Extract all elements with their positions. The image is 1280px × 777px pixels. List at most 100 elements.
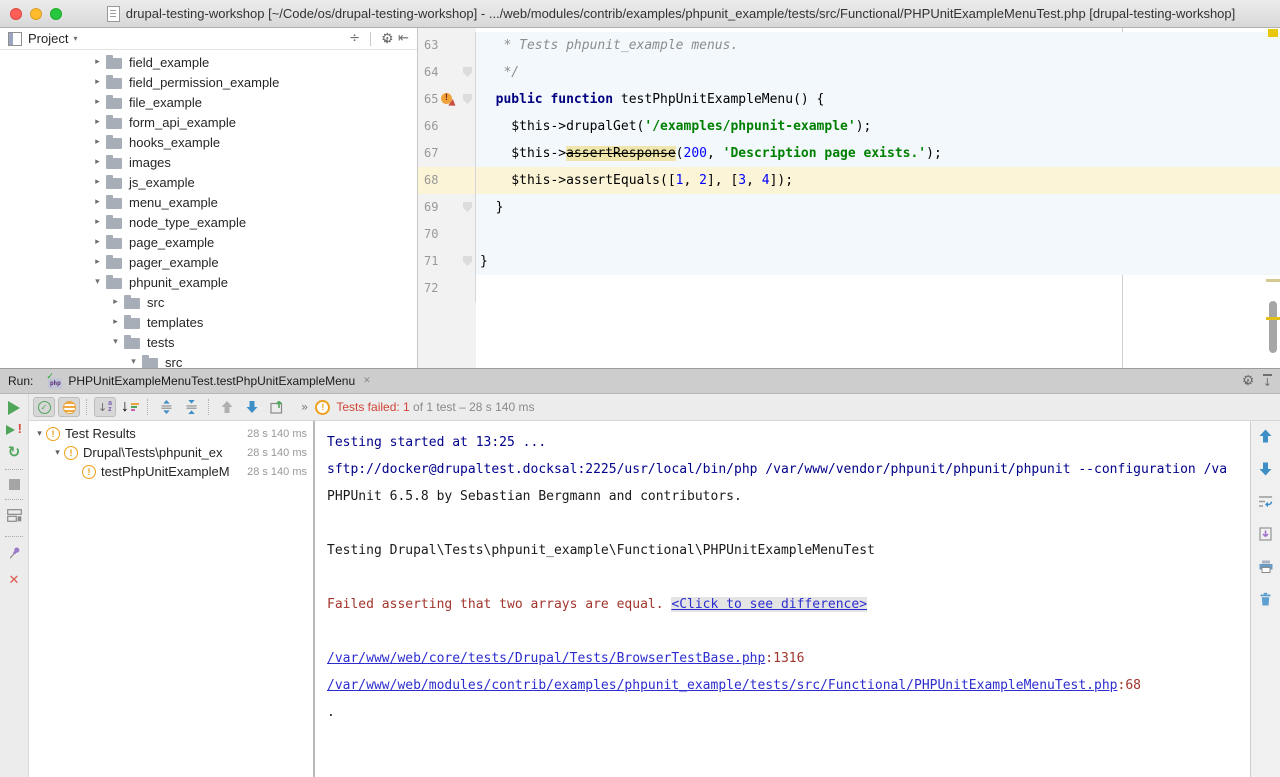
project-header-label[interactable]: Project: [28, 31, 68, 46]
fold-marker-icon[interactable]: [463, 202, 472, 212]
chevron-right-icon[interactable]: ▸: [108, 297, 123, 307]
code-text[interactable]: $this->drupalGet('/examples/phpunit-exam…: [476, 113, 1280, 140]
code-text[interactable]: [476, 275, 1280, 302]
chevron-right-icon[interactable]: ▸: [90, 177, 105, 187]
test-tree-item[interactable]: ▾!Drupal\Tests\phpunit_ex28 s 140 ms: [29, 443, 313, 462]
chevron-right-icon[interactable]: ▸: [90, 117, 105, 127]
code-text[interactable]: * Tests phpunit_example menus.: [476, 32, 1280, 59]
tree-item-src[interactable]: ▸src: [0, 292, 417, 312]
fold-marker-icon[interactable]: [463, 94, 472, 104]
collapse-all-button[interactable]: [180, 397, 202, 417]
settings-gear-button[interactable]: ⚙▾: [381, 31, 388, 47]
tree-item-tests[interactable]: ▾tests: [0, 332, 417, 352]
error-stripe-mark[interactable]: [1266, 279, 1280, 282]
code-text[interactable]: $this->assertResponse(200, 'Description …: [476, 140, 1280, 167]
up-the-stack-trace-button[interactable]: [1259, 429, 1272, 448]
tree-item-pager_example[interactable]: ▸pager_example: [0, 252, 417, 272]
test-tree-item[interactable]: !testPhpUnitExampleM28 s 140 ms: [29, 462, 313, 481]
rerun-button[interactable]: [8, 401, 20, 415]
chevron-down-icon[interactable]: ▾: [126, 357, 141, 367]
fold-marker-icon[interactable]: [463, 256, 472, 266]
code-editor[interactable]: 63 * Tests phpunit_example menus.64 */65…: [418, 28, 1280, 368]
hide-panel-icon[interactable]: ↓: [1263, 374, 1272, 388]
error-stripe-mark[interactable]: [1266, 317, 1280, 320]
chevron-right-icon[interactable]: ▸: [90, 237, 105, 247]
tree-item-field_permission_example[interactable]: ▸field_permission_example: [0, 72, 417, 92]
chevron-right-icon[interactable]: ▸: [90, 97, 105, 107]
scroll-to-end-button[interactable]: [1259, 527, 1272, 546]
show-ignored-button[interactable]: [58, 397, 80, 417]
tree-item-templates[interactable]: ▸templates: [0, 312, 417, 332]
toggle-auto-test-button[interactable]: ↻: [8, 445, 21, 460]
tree-item-node_type_example[interactable]: ▸node_type_example: [0, 212, 417, 232]
minimize-window-button[interactable]: [30, 8, 42, 20]
pin-tab-button[interactable]: [7, 546, 22, 566]
code-text[interactable]: }: [476, 248, 1280, 275]
console-output[interactable]: Testing started at 13:25 ...sftp://docke…: [315, 421, 1250, 777]
restore-layout-button[interactable]: [7, 509, 22, 527]
sort-alphabetically-button[interactable]: ↓ az: [94, 397, 116, 417]
tree-item-hooks_example[interactable]: ▸hooks_example: [0, 132, 417, 152]
code-text[interactable]: */: [476, 59, 1280, 86]
code-text[interactable]: $this->assertEquals([1, 2], [3, 4]);: [476, 167, 1280, 194]
chevron-right-icon[interactable]: ▸: [90, 157, 105, 167]
zoom-window-button[interactable]: [50, 8, 62, 20]
down-the-stack-trace-button[interactable]: [1259, 462, 1272, 481]
chevron-right-icon[interactable]: ▸: [90, 57, 105, 67]
tree-item-field_example[interactable]: ▸field_example: [0, 52, 417, 72]
stop-button[interactable]: [9, 479, 20, 490]
test-failed-gutter-icon[interactable]: !: [441, 93, 455, 107]
tree-item-images[interactable]: ▸images: [0, 152, 417, 172]
show-passed-button[interactable]: ✓: [33, 397, 55, 417]
fold-marker-icon[interactable]: [463, 67, 472, 77]
collapse-expand-icon[interactable]: ÷: [349, 32, 360, 46]
run-settings-gear-button[interactable]: ⚙▾: [1242, 373, 1249, 389]
overflow-chevron-icon[interactable]: »: [301, 400, 308, 414]
hide-panel-icon[interactable]: ⇤: [398, 32, 409, 46]
tree-item-file_example[interactable]: ▸file_example: [0, 92, 417, 112]
tree-item-js_example[interactable]: ▸ js_example: [0, 172, 417, 192]
chevron-down-icon[interactable]: ▾: [51, 448, 64, 458]
expand-all-button[interactable]: [155, 397, 177, 417]
console-link[interactable]: /var/www/web/core/tests/Drupal/Tests/Bro…: [327, 651, 765, 666]
sort-by-duration-button[interactable]: ↓: [119, 397, 141, 417]
chevron-down-icon[interactable]: ▾: [33, 429, 46, 439]
chevron-right-icon[interactable]: ▸: [108, 317, 123, 327]
chevron-right-icon[interactable]: ▸: [90, 197, 105, 207]
chevron-right-icon[interactable]: ▸: [90, 217, 105, 227]
tree-item-label: js_example: [129, 175, 195, 190]
error-stripe-mark[interactable]: [1268, 29, 1278, 37]
chevron-down-icon[interactable]: ▾: [73, 34, 77, 43]
rerun-failed-tests-button[interactable]: !: [6, 423, 22, 437]
soft-wrap-button[interactable]: [1258, 495, 1273, 513]
close-window-button[interactable]: [10, 8, 22, 20]
chevron-right-icon[interactable]: ▸: [90, 137, 105, 147]
close-panel-button[interactable]: ✕: [9, 574, 20, 587]
export-test-results-button[interactable]: [266, 397, 288, 417]
next-failed-test-button[interactable]: [241, 397, 263, 417]
clear-all-button[interactable]: [1259, 592, 1272, 611]
editor-scrollbar[interactable]: [1266, 28, 1280, 368]
test-tree-item[interactable]: ▾!Test Results28 s 140 ms: [29, 424, 313, 443]
code-text[interactable]: }: [476, 194, 1280, 221]
chevron-down-icon[interactable]: ▾: [108, 337, 123, 347]
console-link[interactable]: /var/www/web/modules/contrib/examples/ph…: [327, 678, 1118, 693]
check-icon: ✓: [46, 372, 54, 382]
chevron-down-icon[interactable]: ▾: [90, 277, 105, 287]
code-text[interactable]: public function testPhpUnitExampleMenu()…: [476, 86, 1280, 113]
print-button[interactable]: [1259, 560, 1273, 578]
previous-failed-test-button[interactable]: [216, 397, 238, 417]
tree-item-phpunit_example[interactable]: ▾phpunit_example: [0, 272, 417, 292]
scrollbar-thumb[interactable]: [1269, 301, 1277, 353]
tree-item-page_example[interactable]: ▸page_example: [0, 232, 417, 252]
tree-item-menu_example[interactable]: ▸menu_example: [0, 192, 417, 212]
tree-item-src[interactable]: ▾src: [0, 352, 417, 368]
console-link[interactable]: <Click to see difference>: [671, 597, 867, 612]
line-number: 70: [424, 221, 438, 248]
run-tab[interactable]: php ✓ PHPUnitExampleMenuTest.testPhpUnit…: [47, 374, 370, 389]
code-text[interactable]: [476, 221, 1280, 248]
close-tab-icon[interactable]: ✕: [363, 376, 371, 386]
tree-item-form_api_example[interactable]: ▸form_api_example: [0, 112, 417, 132]
chevron-right-icon[interactable]: ▸: [90, 77, 105, 87]
chevron-right-icon[interactable]: ▸: [90, 257, 105, 267]
